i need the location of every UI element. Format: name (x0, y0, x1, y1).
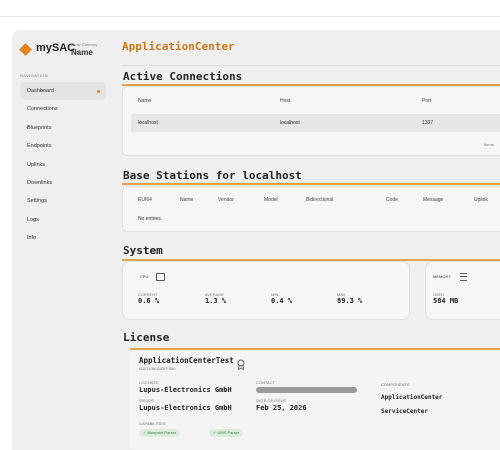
gateway-label: Minty Gateway (71, 42, 98, 47)
capability-badge: ✓ Blueprint Parser (139, 429, 181, 437)
cpu-average-value: 1.3 % (205, 297, 227, 305)
memory-used-value: 584 MB (433, 297, 459, 305)
sidebar-item-label: Endpoints (27, 143, 52, 150)
license-id: 0DE1E8AD40FF550 (139, 366, 176, 371)
nav-list: Dashboard Connections Blueprints Endpoin… (20, 82, 106, 248)
sidebar-item-connections[interactable]: Connections (20, 100, 106, 118)
column-header-port[interactable]: Port (422, 98, 431, 104)
empty-message: No entries. (138, 216, 163, 222)
licensee-value: Lupus-Electronics GmbH (139, 386, 232, 394)
sidebar-item-label: Logs (27, 216, 39, 223)
capability-badge: ✓ UMS Parser (209, 429, 244, 437)
column-header-host[interactable]: Host (280, 98, 290, 104)
sidebar-item-endpoints[interactable]: Endpoints (20, 137, 106, 155)
component-item: ApplicationCenter (381, 394, 443, 401)
app-window: mySAC Minty Gateway Name NAVIGATION Dash… (12, 30, 500, 450)
base-stations-table: EUI64 Name Vendor Model Bidirectional Co… (122, 186, 500, 232)
brand-name: mySAC (36, 42, 76, 54)
page-title: ApplicationCenter (122, 40, 235, 53)
heading-underline (122, 183, 500, 185)
gateway-name: Name (71, 48, 93, 57)
column-header-bidirectional[interactable]: Bidirectional (306, 197, 333, 203)
memory-card: MEMORY USED 584 MB (425, 261, 500, 320)
memory-label: MEMORY (433, 274, 451, 279)
cpu-card: CPU CURRENT 0.6 % AVERAGE 1.3 % MIN. 0.4… (122, 261, 410, 320)
column-header-eui64[interactable]: EUI64 (138, 197, 152, 203)
certificate-icon (237, 359, 245, 370)
date-of-issue-label: DATE OF ISSUE (256, 398, 287, 403)
cpu-label: CPU (140, 274, 149, 279)
brand[interactable]: mySAC Minty Gateway Name (19, 40, 119, 64)
page-header: ApplicationCenter (122, 30, 500, 66)
heading-underline (130, 348, 500, 350)
column-header-uplink[interactable]: Uplink (474, 197, 488, 203)
memory-icon (460, 273, 467, 281)
date-of-issue-value: Feb 25, 2026 (256, 404, 307, 412)
active-connections-heading: Active Connections (123, 70, 243, 83)
issuer-value: Lupus-Electronics GmbH (139, 404, 232, 412)
system-heading: System (123, 244, 163, 257)
sidebar-item-info[interactable]: Info (20, 229, 106, 247)
component-item: ServiceCenter (381, 408, 428, 415)
sidebar-item-blueprints[interactable]: Blueprints (20, 119, 106, 137)
contact-redacted (256, 387, 357, 393)
cell-port: 1337 (422, 120, 434, 126)
column-header-vendor[interactable]: Vendor (218, 197, 234, 203)
column-header-name[interactable]: Name (180, 197, 193, 203)
components-label: COMPONENTS (381, 382, 410, 387)
browser-top-bar (0, 0, 500, 17)
license-heading: License (123, 331, 170, 344)
sidebar-item-label: Uplinks (27, 161, 46, 168)
sidebar-item-label: Info (27, 235, 37, 242)
column-header-code[interactable]: Code (386, 197, 398, 203)
sidebar: mySAC Minty Gateway Name NAVIGATION Dash… (12, 30, 112, 450)
cell-name: localhost (138, 120, 158, 126)
sidebar-item-label: Downlinks (27, 179, 53, 186)
base-stations-heading: Base Stations for localhost (123, 169, 302, 182)
column-header-message[interactable]: Message (423, 197, 443, 203)
cpu-max-value: 89.3 % (337, 297, 363, 305)
sidebar-item-uplinks[interactable]: Uplinks (20, 156, 106, 174)
sidebar-item-downlinks[interactable]: Downlinks (20, 174, 106, 192)
sidebar-item-label: Dashboard (27, 88, 54, 94)
sidebar-item-dashboard[interactable]: Dashboard (20, 82, 106, 101)
active-connections-table: Name Host Port localhost localhost 1337 … (122, 86, 500, 156)
license-product-name: ApplicationCenterTest (139, 356, 234, 365)
column-header-model[interactable]: Model (264, 197, 278, 203)
capabilities-label: CAPABILITIES (139, 421, 166, 426)
table-row[interactable]: localhost localhost 1337 (131, 114, 500, 132)
licensee-label: LICENSEE (139, 380, 159, 385)
items-counter: Items (484, 142, 494, 147)
column-header-name[interactable]: Name (138, 98, 151, 104)
sidebar-item-logs[interactable]: Logs (20, 211, 106, 229)
cpu-icon (156, 273, 165, 281)
cpu-min-value: 0.4 % (271, 297, 293, 305)
sidebar-item-label: Blueprints (27, 124, 52, 131)
cpu-current-value: 0.6 % (138, 297, 160, 305)
active-indicator-dot (97, 89, 100, 93)
sidebar-item-label: Connections (27, 106, 58, 113)
nav-heading: NAVIGATION (20, 73, 49, 78)
main-content: ApplicationCenter Active Connections Nam… (122, 30, 500, 450)
cell-host: localhost (280, 120, 300, 126)
logo-icon (19, 43, 32, 56)
capability-name: Blueprint Parser (147, 430, 177, 435)
license-card: ApplicationCenterTest 0DE1E8AD40FF550 LI… (130, 351, 500, 450)
sidebar-item-settings[interactable]: Settings (20, 192, 106, 210)
contact-label: CONTACT (256, 380, 276, 385)
capability-name: UMS Parser (217, 430, 240, 435)
sidebar-item-label: Settings (27, 198, 47, 205)
issuer-label: ISSUER (139, 398, 154, 403)
